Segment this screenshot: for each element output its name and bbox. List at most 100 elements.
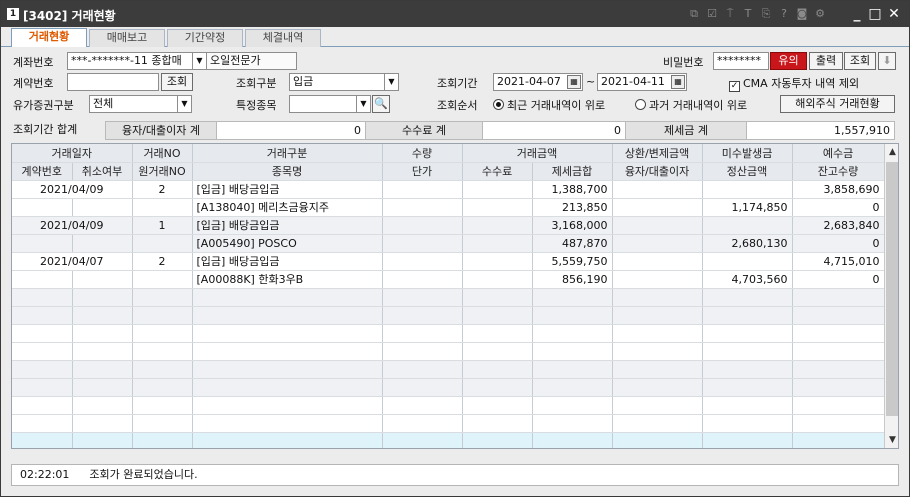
link-icon[interactable]: ⧉ xyxy=(687,7,701,21)
search-icon[interactable]: 🔍 xyxy=(372,95,390,113)
date-to-input[interactable]: 2021-04-11 ▦ xyxy=(597,73,687,91)
notice-button[interactable]: 유의 xyxy=(770,52,807,70)
table-row[interactable]: [A005490] POSCO 487,870 2,680,130 0 xyxy=(12,234,885,253)
table-row[interactable] xyxy=(12,378,885,397)
table-cell xyxy=(462,180,533,199)
table-cell xyxy=(382,414,463,433)
col-header[interactable]: 취소여부 xyxy=(72,162,133,181)
minimize-button[interactable]: _ xyxy=(849,6,865,22)
col-header[interactable]: 거래일자 xyxy=(12,144,133,163)
table-row[interactable] xyxy=(12,306,885,325)
table-row[interactable]: [A138040] 메리츠금융지주 213,850 1,174,850 0 xyxy=(12,198,885,217)
overseas-stock-button[interactable]: 해외주식 거래현황 xyxy=(780,95,895,113)
vertical-scrollbar[interactable]: ▲ ▼ xyxy=(884,144,898,448)
tab-execution-list[interactable]: 체결내역 xyxy=(245,29,321,47)
text-icon[interactable]: T xyxy=(741,7,755,21)
table-cell: [A138040] 메리츠금융지주 xyxy=(192,198,383,217)
interest-total-value: 0 xyxy=(216,121,366,140)
contract-search-button[interactable]: 조회 xyxy=(161,73,193,91)
radio-icon[interactable] xyxy=(635,99,646,110)
col-header[interactable]: 원거래NO xyxy=(132,162,193,181)
col-header[interactable]: 잔고수량 xyxy=(792,162,885,181)
password-input[interactable]: ******** xyxy=(713,52,769,70)
table-cell: 2 xyxy=(132,252,193,271)
maximize-button[interactable]: □ xyxy=(867,6,883,22)
table-row[interactable] xyxy=(12,414,885,433)
table-row[interactable] xyxy=(12,288,885,307)
order-past-radio[interactable]: 과거 거래내역이 위로 xyxy=(635,97,747,113)
scroll-thumb[interactable] xyxy=(886,162,898,416)
chevron-down-icon[interactable]: ▼ xyxy=(192,53,206,69)
cma-exclude-checkbox[interactable]: ✓ CMA 자동투자 내역 제외 xyxy=(729,75,859,92)
order-recent-radio[interactable]: 최근 거래내역이 위로 xyxy=(493,97,605,113)
col-header[interactable]: 거래금액 xyxy=(462,144,613,163)
col-header[interactable]: 미수발생금 xyxy=(702,144,793,163)
calendar-icon[interactable]: ▦ xyxy=(671,75,685,89)
arrow-down-icon[interactable]: ⬇ xyxy=(878,52,896,70)
col-header[interactable]: 수량 xyxy=(382,144,463,163)
chevron-down-icon[interactable]: ▼ xyxy=(384,74,398,90)
table-row[interactable] xyxy=(12,342,885,361)
table-cell xyxy=(192,396,383,415)
table-row[interactable]: 2021/04/07 2 [입금] 배당금입금 5,559,750 4,715,010 xyxy=(12,252,885,271)
table-cell xyxy=(382,432,463,448)
table-row[interactable]: [A00088K] 한화3우B 856,190 4,703,560 0 xyxy=(12,270,885,289)
account-select[interactable]: ***-*******-11 종합매 ▼ xyxy=(67,52,207,70)
pin-icon[interactable]: ⍑ xyxy=(723,7,737,21)
tab-trade-status[interactable]: 거래현황 xyxy=(11,28,87,47)
col-header[interactable]: 융자/대출이자 xyxy=(612,162,703,181)
checkbox-icon[interactable]: ☑ xyxy=(705,7,719,21)
col-header[interactable]: 계약번호 xyxy=(12,162,73,181)
table-cell: [입금] 배당금입금 xyxy=(192,216,383,235)
table-row[interactable] xyxy=(12,432,885,448)
scroll-up-icon[interactable]: ▲ xyxy=(885,144,898,160)
close-button[interactable]: ✕ xyxy=(886,6,902,22)
camera-icon[interactable]: ◙ xyxy=(795,7,809,21)
security-type-label: 유가증권구분 xyxy=(13,99,74,112)
col-header[interactable]: 단가 xyxy=(382,162,463,181)
table-cell xyxy=(612,414,703,433)
checkbox-checked-icon[interactable]: ✓ xyxy=(729,81,740,92)
table-cell xyxy=(12,234,73,253)
table-row[interactable] xyxy=(12,360,885,379)
col-header[interactable]: 거래NO xyxy=(132,144,193,163)
tab-period-contract[interactable]: 기간약정 xyxy=(167,29,243,47)
calendar-icon[interactable]: ▦ xyxy=(567,75,581,89)
tab-trade-report[interactable]: 매매보고 xyxy=(89,29,165,47)
scroll-down-icon[interactable]: ▼ xyxy=(885,432,898,448)
table-cell xyxy=(382,288,463,307)
copy-icon[interactable]: ⎘ xyxy=(759,7,773,21)
item-select[interactable]: ▼ xyxy=(289,95,371,113)
table-row[interactable]: 2021/04/09 1 [입금] 배당금입금 3,168,000 2,683,840 xyxy=(12,216,885,235)
summary-bar: 조회기간 합계 융자/대출이자 계 0 수수료 계 0 제세금 계 1,557,… xyxy=(11,121,895,140)
chevron-down-icon[interactable]: ▼ xyxy=(177,96,191,112)
settings-icon[interactable]: ⚙ xyxy=(813,7,827,21)
table-cell xyxy=(132,306,193,325)
col-header[interactable]: 상환/변제금액 xyxy=(612,144,703,163)
table-cell xyxy=(192,414,383,433)
col-header[interactable]: 수수료 xyxy=(462,162,533,181)
table-row[interactable] xyxy=(12,396,885,415)
table-row[interactable]: 2021/04/09 2 [입금] 배당금입금 1,388,700 3,858,690 xyxy=(12,180,885,199)
table-row[interactable] xyxy=(12,324,885,343)
search-button[interactable]: 조회 xyxy=(844,52,876,70)
query-type-select[interactable]: 입금 ▼ xyxy=(289,73,399,91)
table-cell xyxy=(462,198,533,217)
table-cell: 1,174,850 xyxy=(702,198,793,217)
col-header[interactable]: 정산금액 xyxy=(702,162,793,181)
col-header[interactable]: 예수금 xyxy=(792,144,885,163)
table-cell xyxy=(192,432,383,448)
table-cell xyxy=(12,396,73,415)
print-button[interactable]: 출력 xyxy=(809,52,843,70)
table-cell: [입금] 배당금입금 xyxy=(192,252,383,271)
col-header[interactable]: 제세금합 xyxy=(532,162,613,181)
table-cell xyxy=(702,414,793,433)
col-header[interactable]: 종목명 xyxy=(192,162,383,181)
radio-selected-icon[interactable] xyxy=(493,99,504,110)
contract-input[interactable] xyxy=(67,73,159,91)
date-from-input[interactable]: 2021-04-07 ▦ xyxy=(493,73,583,91)
security-type-select[interactable]: 전체 ▼ xyxy=(89,95,192,113)
chevron-down-icon[interactable]: ▼ xyxy=(356,96,370,112)
help-icon[interactable]: ? xyxy=(777,7,791,21)
col-header[interactable]: 거래구분 xyxy=(192,144,383,163)
